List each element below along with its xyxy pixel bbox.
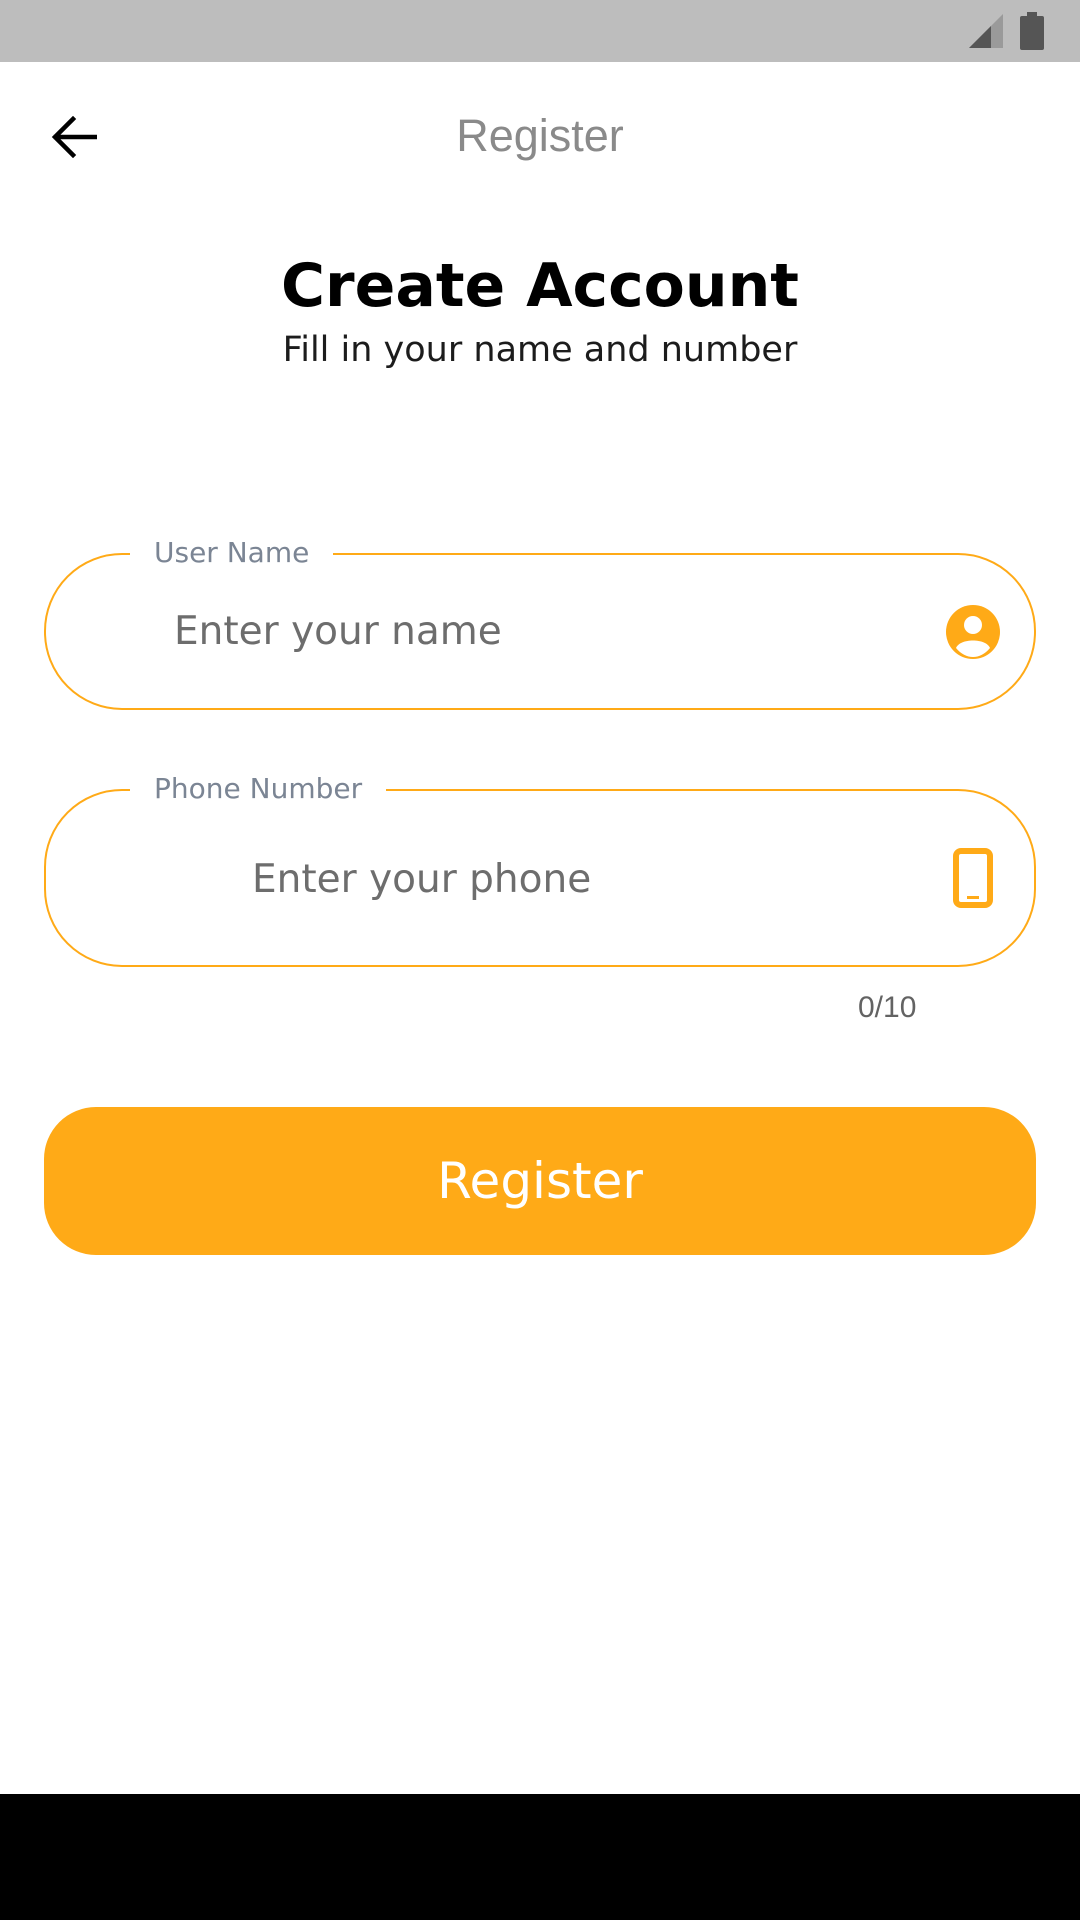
app-bar-title: Register (456, 110, 624, 161)
status-bar (0, 0, 1080, 62)
battery-icon (1020, 12, 1044, 50)
phone-number-input[interactable] (252, 851, 812, 907)
page-subtitle: Fill in your name and number (282, 330, 798, 370)
phone-number-label: Phone Number (130, 771, 387, 807)
signal-icon (969, 14, 1003, 48)
register-screen: Register Create Account Fill in your nam… (0, 0, 1080, 1920)
register-button[interactable]: Register (44, 1107, 1036, 1255)
phone-number-field: Phone Number (44, 771, 1036, 967)
user-name-field: User Name (44, 535, 1036, 710)
user-name-input[interactable] (174, 603, 814, 659)
account-circle-icon (946, 605, 1000, 659)
phone-character-counter: 0/10 (858, 991, 917, 1024)
page-title: Create Account (281, 251, 799, 321)
smartphone-icon (950, 846, 996, 910)
navigation-bar (0, 1794, 1080, 1920)
user-name-label: User Name (130, 535, 334, 571)
